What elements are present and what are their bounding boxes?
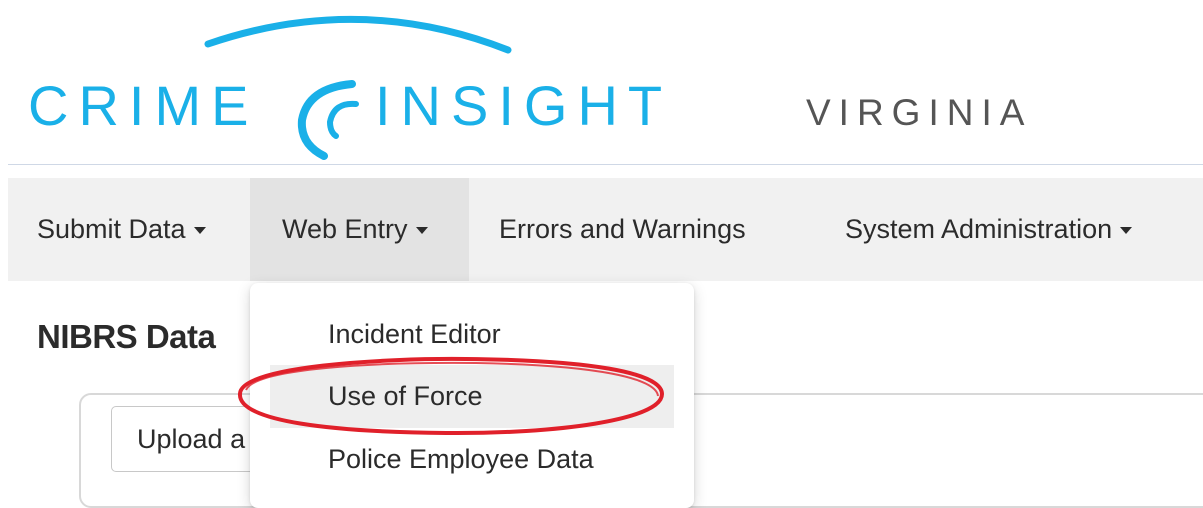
menu-item-use-of-force[interactable]: Use of Force (270, 365, 674, 428)
nav-errors-and-warnings-label: Errors and Warnings (499, 214, 746, 244)
logo-text-crime: CRIME (28, 74, 259, 137)
nav-web-entry-label: Web Entry (282, 214, 408, 244)
page-title: NIBRS Data (37, 318, 216, 355)
site-logo[interactable]: CRIME INSIGHT VIRGINIA (0, 0, 1203, 160)
nav-web-entry[interactable]: Web Entry (250, 178, 469, 281)
nav-submit-data-label: Submit Data (37, 214, 186, 244)
menu-item-police-employee-data[interactable]: Police Employee Data (270, 428, 674, 491)
logo-swirl-icon (297, 80, 359, 160)
main-navbar: Submit Data Web Entry Errors and Warning… (8, 178, 1203, 281)
nav-submit-data[interactable]: Submit Data (8, 178, 250, 281)
nav-errors-and-warnings[interactable]: Errors and Warnings (469, 178, 803, 281)
header-divider (8, 164, 1203, 165)
caret-down-icon (193, 227, 206, 234)
caret-down-icon (415, 227, 428, 234)
nav-system-administration[interactable]: System Administration (803, 178, 1203, 281)
nav-system-administration-label: System Administration (845, 214, 1113, 244)
logo-text-insight: INSIGHT (375, 74, 673, 137)
logo-text-state: VIRGINIA (806, 92, 1033, 133)
caret-down-icon (1120, 227, 1133, 234)
web-entry-dropdown-menu: Incident Editor Use of Force Police Empl… (250, 283, 694, 508)
menu-item-incident-editor[interactable]: Incident Editor (270, 303, 674, 366)
